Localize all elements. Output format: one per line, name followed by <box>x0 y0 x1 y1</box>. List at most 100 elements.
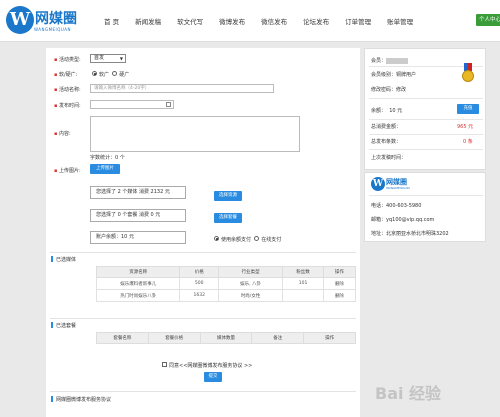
column-header: 媒体数量 <box>199 332 253 344</box>
contact-address: 地址：北京丽亚水桥北市明珠3202 <box>371 231 449 237</box>
nav-item-weibo[interactable]: 微博发布 <box>219 16 245 26</box>
logo-mark-icon: W <box>6 6 34 34</box>
contact-logo: W 网媒圈 WANGMEIQUAN <box>371 177 411 193</box>
divider <box>369 98 483 99</box>
last-post-time-label: 上次发稿时间： <box>371 155 407 161</box>
total-spent-value: 965 元 <box>457 124 474 130</box>
ad-type-label: ▪ 软/硬广: <box>54 72 78 78</box>
column-header: 价格 <box>179 266 219 278</box>
soft-ad-radio[interactable] <box>92 71 97 76</box>
content-textarea[interactable] <box>90 116 300 152</box>
table-cell: 娱乐, 八卦 <box>217 277 284 290</box>
nav-item-news[interactable]: 新闻发稿 <box>135 16 161 26</box>
member-row: 会员： <box>371 57 409 64</box>
main-nav: 首 页 新闻发稿 软文代写 微博发布 微信发布 论坛发布 订单管理 账单管理 <box>104 16 429 26</box>
account-panel: 会员： 会员级别：铜牌用户 修改密码：修改 余额： 10 元 充值 总消费金额：… <box>364 48 486 170</box>
column-header: 套餐价格 <box>147 332 201 344</box>
nav-item-copywriting[interactable]: 软文代写 <box>177 16 203 26</box>
table-header-row: 资源名称 价格 行业类型 粉丝数 操作 <box>95 266 357 278</box>
contact-email[interactable]: 邮箱：yq100@vip.qq.com <box>371 216 434 223</box>
activity-type-select[interactable]: 首发 ▼ <box>90 54 126 63</box>
publish-time-input[interactable] <box>90 100 174 109</box>
selected-media-title: 已选媒体 <box>51 256 76 263</box>
table-cell: 热门时尚娱乐八卦 <box>95 289 181 302</box>
divider <box>369 195 483 196</box>
calendar-icon[interactable] <box>166 102 171 107</box>
agree-checkbox[interactable] <box>162 362 167 367</box>
table-cell: 1632 <box>179 289 219 302</box>
hard-ad-label: 硬广 <box>119 72 130 78</box>
submit-button[interactable]: 提交 <box>204 372 222 382</box>
table-cell <box>282 289 324 302</box>
selected-packages-summary: 您选择了 0 个套餐 消费 0 元 <box>90 209 186 222</box>
member-name-masked <box>386 57 409 64</box>
nav-item-forum[interactable]: 论坛发布 <box>303 16 329 26</box>
nav-item-orders[interactable]: 订单管理 <box>345 16 371 26</box>
hard-ad-radio[interactable] <box>112 71 118 76</box>
column-header: 行业类型 <box>217 266 284 278</box>
activity-type-label: ▪ 活动类型: <box>54 57 81 63</box>
divider <box>369 119 483 120</box>
selected-packages-title: 已选套餐 <box>51 322 76 329</box>
change-password-row: 修改密码：修改 <box>371 87 407 93</box>
chevron-down-icon: ▼ <box>119 56 123 61</box>
selected-media-summary: 您选择了 2 个媒体 消费 2132 元 <box>90 186 186 199</box>
watermark: Bai 经验 <box>375 384 442 403</box>
column-header: 资源名称 <box>95 266 181 278</box>
delete-link[interactable]: 删除 <box>322 289 357 302</box>
publish-time-label: ▪ 发布时间: <box>54 103 81 109</box>
table-row: 热门时尚娱乐八卦 1632 时尚/女性 删除 <box>95 289 357 302</box>
divider <box>50 252 356 253</box>
delete-link[interactable]: 删除 <box>322 277 357 290</box>
select-package-button[interactable]: 选择套餐 <box>214 213 242 223</box>
table-cell: 娱乐爆料者新事儿 <box>95 277 181 290</box>
word-count: 字数统计：0 个 <box>90 155 125 161</box>
divider <box>369 134 483 135</box>
top-bar: W 网媒圈 WANGMEIQUAN 首 页 新闻发稿 软文代写 微博发布 微信发… <box>0 0 500 42</box>
change-password-link[interactable]: 修改 <box>396 87 406 93</box>
column-header: 备注 <box>251 332 305 344</box>
table-header-row: 套餐名称 套餐价格 媒体数量 备注 操作 <box>96 332 356 344</box>
agreement-link[interactable]: 同意<<网媒圈微博发布服务协议 >> <box>169 363 252 369</box>
personal-center-button[interactable]: 个人中心 <box>476 14 500 26</box>
activity-name-input[interactable]: 请输入微博名称（4-20字） <box>90 84 274 93</box>
column-header: 粉丝数 <box>282 266 324 278</box>
divider <box>369 149 483 150</box>
nav-item-wechat[interactable]: 微信发布 <box>261 16 287 26</box>
member-level-row: 会员级别：铜牌用户 <box>371 72 417 78</box>
agreement-row: 同意<<网媒圈微博发布服务协议 >> <box>162 362 252 369</box>
ad-type-radios: 软广 硬广 <box>92 71 129 78</box>
activity-name-label: ▪ 活动名称: <box>54 87 81 93</box>
pay-online-radio[interactable] <box>254 236 260 241</box>
select-resources-button[interactable]: 选择资源 <box>214 191 242 201</box>
payment-options: 使用余额支付 在线支付 <box>214 236 281 243</box>
content-label: ▪ 内容: <box>54 131 71 137</box>
selected-media-table: 资源名称 价格 行业类型 粉丝数 操作 娱乐爆料者新事儿 500 娱乐, 八卦 … <box>95 266 357 302</box>
table-cell: 101 <box>282 277 324 290</box>
agreement-section-title: 网媒圈微博发布服务协议 <box>51 396 111 403</box>
total-posts-value: 0 条 <box>463 139 473 145</box>
site-logo[interactable]: W 网媒圈 WANGMEIQUAN <box>6 6 86 36</box>
contact-panel: W 网媒圈 WANGMEIQUAN 电话：400-603-5980 邮箱：yq1… <box>364 172 486 242</box>
total-posts-label: 总发布条数： <box>371 139 402 145</box>
medal-icon <box>461 63 475 83</box>
nav-item-home[interactable]: 首 页 <box>104 16 119 26</box>
upload-label: ▪ 上传图片: <box>54 168 81 174</box>
selected-packages-table: 套餐名称 套餐价格 媒体数量 备注 操作 <box>96 332 356 344</box>
column-header: 操作 <box>322 266 357 278</box>
table-cell: 时尚/女性 <box>217 289 284 302</box>
nav-item-bills[interactable]: 账单管理 <box>387 16 413 26</box>
pay-balance-radio[interactable] <box>214 236 219 241</box>
recharge-button[interactable]: 充值 <box>457 104 479 114</box>
main-panel: ▪ 活动类型: 首发 ▼ ▪ 软/硬广: 软广 硬广 ▪ 活动名称: 请输入微博名… <box>46 48 360 417</box>
contact-phone: 电话：400-603-5980 <box>371 203 422 209</box>
upload-image-button[interactable]: 上传图片 <box>90 164 120 174</box>
table-cell: 500 <box>179 277 219 290</box>
column-header: 套餐名称 <box>96 332 149 344</box>
divider <box>50 391 356 392</box>
divider <box>50 318 356 319</box>
total-spent-label: 总消费金额： <box>371 124 402 130</box>
logo-subtitle: WANGMEIQUAN <box>34 27 72 32</box>
logo-name: 网媒圈 <box>35 11 77 27</box>
pay-online-label: 在线支付 <box>261 237 282 243</box>
